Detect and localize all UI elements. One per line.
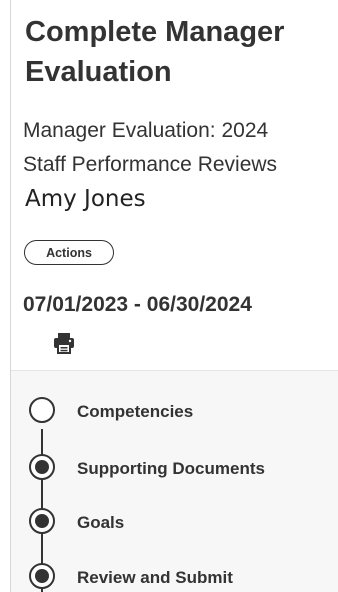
step-label: Supporting Documents <box>77 459 265 478</box>
review-template-name: Staff Performance Reviews <box>23 153 278 176</box>
evaluation-name: Manager Evaluation: 2024 <box>23 119 269 142</box>
worker-name[interactable]: Amy Jones <box>25 186 146 212</box>
print-icon-graphic <box>54 333 74 354</box>
step-pending-icon <box>29 563 55 589</box>
step-pending-icon <box>29 454 55 480</box>
step-current-icon <box>29 397 55 423</box>
step-label: Goals <box>77 513 125 532</box>
step-goals[interactable]: Goals <box>11 499 338 543</box>
page-title: Complete Manager Evaluation <box>25 16 285 88</box>
step-label: Competencies <box>77 402 194 421</box>
process-steps: Competencies Supporting Documents Goals … <box>11 370 338 592</box>
step-pending-icon <box>29 508 55 534</box>
step-competencies[interactable]: Competencies <box>11 388 338 432</box>
evaluation-panel: Complete Manager Evaluation Manager Eval… <box>10 0 338 592</box>
step-review-and-submit[interactable]: Review and Submit <box>11 554 338 592</box>
print-icon[interactable] <box>52 331 76 355</box>
step-label: Review and Submit <box>77 568 233 587</box>
actions-button[interactable]: Actions <box>24 240 114 265</box>
step-supporting-documents[interactable]: Supporting Documents <box>11 445 338 489</box>
review-period: 07/01/2023 - 06/30/2024 <box>23 293 252 316</box>
